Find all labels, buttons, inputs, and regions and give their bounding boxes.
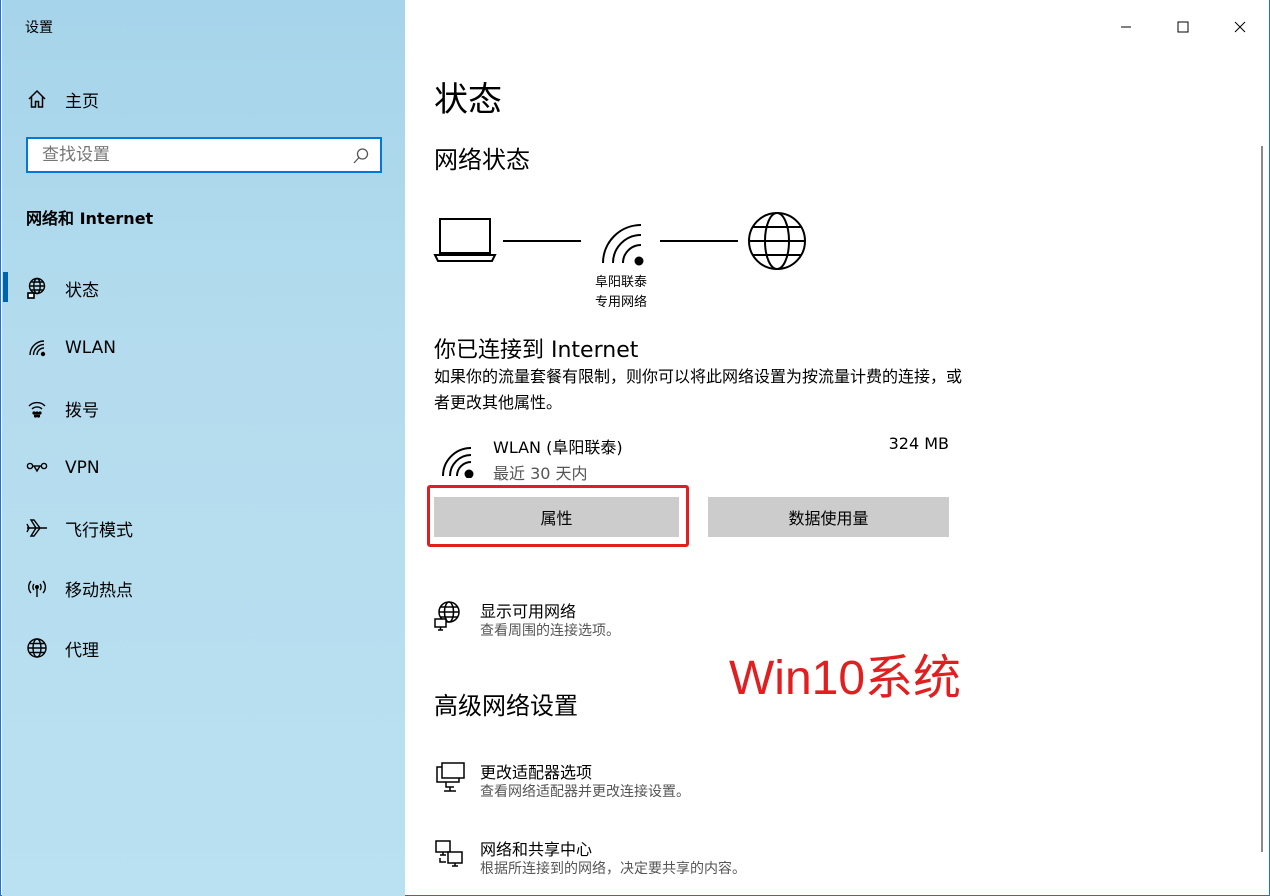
- sidebar-item-label: 拨号: [65, 400, 99, 421]
- main-content: 状态 网络状态 阜阳联泰 专用网络 你已连接到 Internet 如果你的流量套…: [405, 0, 1269, 896]
- minimize-icon: [1120, 26, 1131, 28]
- network-data-usage: 324 MB: [888, 434, 949, 453]
- close-icon: [1234, 21, 1245, 33]
- wifi-large-icon: [602, 224, 644, 266]
- connected-title: 你已连接到 Internet: [434, 338, 639, 363]
- internet-globe-icon: [748, 212, 806, 270]
- search-input[interactable]: [40, 144, 354, 166]
- sidebar-item-label: 飞行模式: [65, 520, 133, 541]
- network-period: 最近 30 天内: [493, 464, 588, 483]
- sidebar-section-title: 网络和 Internet: [26, 209, 154, 228]
- adapter-icon: [434, 761, 466, 793]
- search-box[interactable]: [26, 137, 382, 173]
- data-usage-button[interactable]: 数据使用量: [708, 497, 949, 537]
- airplane-icon: [26, 517, 48, 539]
- sidebar-item-label: VPN: [65, 458, 100, 478]
- sidebar-item-label: WLAN: [65, 338, 117, 358]
- window-controls: [1097, 0, 1268, 54]
- search-icon[interactable]: [352, 147, 370, 169]
- network-name-caption: 阜阳联泰: [594, 275, 647, 290]
- sidebar-item-vpn[interactable]: VPN: [2, 448, 405, 488]
- home-icon: [26, 88, 48, 110]
- sidebar-item-home[interactable]: 主页: [2, 79, 405, 119]
- scrollbar[interactable]: [1261, 146, 1263, 852]
- minimize-button[interactable]: [1097, 0, 1154, 54]
- laptop-icon: [433, 218, 497, 262]
- settings-window: 设置 主页 网络和 Internet 状态 WLAN: [0, 0, 1270, 896]
- highlight-box: [427, 485, 689, 547]
- show-networks-title: 显示可用网络: [480, 602, 577, 621]
- network-diagram: [433, 212, 806, 270]
- sidebar-item-label: 移动热点: [65, 580, 133, 601]
- wifi-icon: [26, 337, 48, 359]
- show-networks-subtitle: 查看周围的连接选项。: [480, 623, 620, 639]
- page-title: 状态: [434, 80, 502, 120]
- network-type-caption: 专用网络: [594, 295, 647, 310]
- hotspot-icon: [26, 577, 48, 599]
- sharing-center-icon: [434, 838, 466, 870]
- adapter-options-subtitle: 查看网络适配器并更改连接设置。: [480, 784, 690, 800]
- network-globe-icon: [434, 600, 466, 632]
- close-button[interactable]: [1211, 0, 1268, 54]
- sidebar-item-hotspot[interactable]: 移动热点: [2, 568, 405, 608]
- sidebar-item-proxy[interactable]: 代理: [2, 628, 405, 668]
- dialup-icon: [26, 397, 48, 419]
- advanced-settings-title: 高级网络设置: [434, 692, 578, 720]
- globe-icon: [26, 637, 48, 659]
- watermark: Win10系统: [729, 652, 962, 705]
- network-status-title: 网络状态: [434, 146, 530, 174]
- sidebar-item-label: 代理: [65, 640, 99, 661]
- sidebar-item-status[interactable]: 状态: [2, 268, 405, 308]
- connected-description: 如果你的流量套餐有限制，则你可以将此网络设置为按流量计费的连接，或者更改其他属性…: [434, 367, 963, 412]
- maximize-button[interactable]: [1154, 0, 1211, 54]
- vpn-icon: [26, 457, 48, 479]
- sidebar-item-airplane[interactable]: 飞行模式: [2, 508, 405, 548]
- sidebar-item-label: 状态: [65, 280, 99, 301]
- app-title: 设置: [25, 20, 53, 36]
- wifi-network-icon: [442, 447, 474, 478]
- diagram-caption: 阜阳联泰 专用网络: [581, 273, 661, 313]
- globe-status-icon: [26, 277, 48, 299]
- sidebar-home-label: 主页: [65, 91, 99, 112]
- adapter-options-title: 更改适配器选项: [480, 763, 593, 782]
- sharing-center-subtitle: 根据所连接到的网络，决定要共享的内容。: [480, 861, 746, 877]
- network-name: WLAN (阜阳联泰): [493, 438, 623, 457]
- sidebar-item-wlan[interactable]: WLAN: [2, 328, 405, 368]
- sidebar: 设置 主页 网络和 Internet 状态 WLAN: [2, 0, 405, 896]
- sidebar-item-dialup[interactable]: 拨号: [2, 388, 405, 428]
- maximize-icon: [1177, 21, 1188, 33]
- sharing-center-title: 网络和共享中心: [480, 840, 593, 859]
